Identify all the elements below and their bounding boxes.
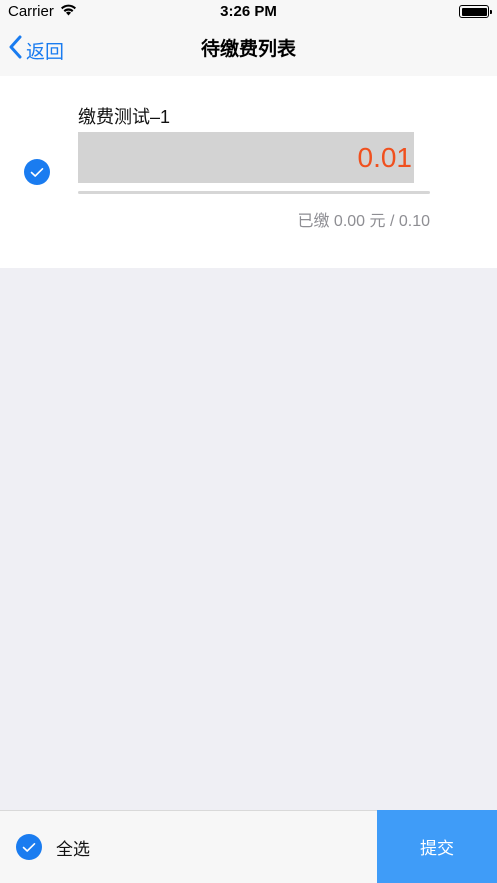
amount-underline [78,191,430,194]
item-name: 缴费测试–1 [78,107,171,127]
paid-progress-text: 已缴 0.00 元 / 0.10 [297,213,430,230]
status-time: 3:26 PM [220,3,277,20]
back-chevron-icon [8,35,22,65]
select-all-toggle[interactable]: 全选 [16,811,90,883]
select-all-label: 全选 [56,839,90,859]
amount-input[interactable]: 0.01 [78,132,414,183]
back-button[interactable]: 返回 [8,24,64,76]
select-all-checkbox[interactable] [16,834,42,860]
status-bar: Carrier 3:26 PM [0,0,497,24]
battery-fill [461,7,487,16]
item-checkbox[interactable] [24,159,50,185]
check-icon [30,167,44,177]
battery-icon [459,5,492,18]
check-icon [22,842,36,852]
back-label: 返回 [26,41,65,63]
nav-bar: 待缴费列表 返回 [0,24,497,76]
submit-button[interactable]: 提交 [377,810,497,883]
bottom-bar: 全选 提交 [0,810,497,883]
payment-item: 缴费测试–1 0.01 已缴 0.00 元 / 0.10 [0,76,497,268]
screen: Carrier 3:26 PM 待缴费列表 返回 缴费测试–1 0.01 已缴 … [0,0,497,883]
page-title: 待缴费列表 [200,39,296,60]
